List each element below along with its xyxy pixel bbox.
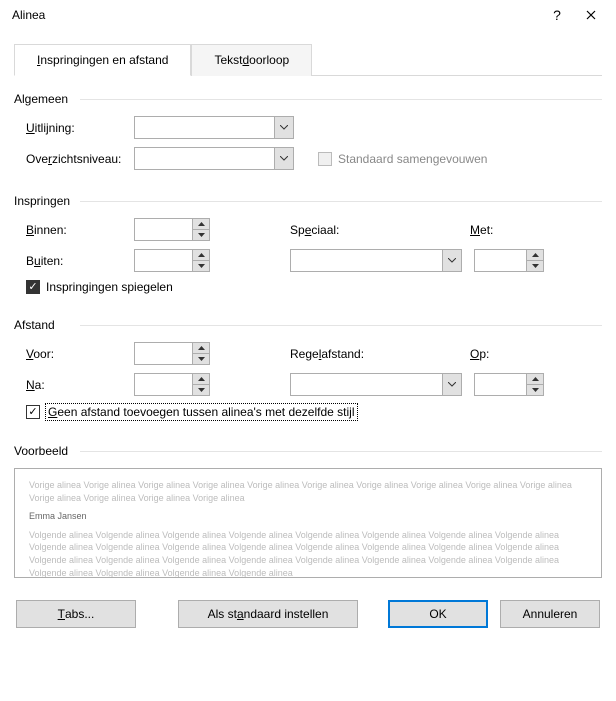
spin-down-icon[interactable] xyxy=(527,385,543,395)
after-spinner[interactable] xyxy=(134,373,210,396)
spin-up-icon[interactable] xyxy=(527,250,543,261)
spin-down-icon[interactable] xyxy=(193,354,209,364)
chevron-down-icon xyxy=(442,250,461,271)
spin-up-icon[interactable] xyxy=(193,219,209,230)
chevron-down-icon xyxy=(274,117,293,138)
alignment-label: Uitlijning: xyxy=(14,121,134,135)
outside-spinner[interactable] xyxy=(134,249,210,272)
at-spinner[interactable] xyxy=(474,373,544,396)
spin-down-icon[interactable] xyxy=(527,261,543,271)
ok-button[interactable]: OK xyxy=(388,600,488,628)
preview-previous: Vorige alinea Vorige alinea Vorige aline… xyxy=(29,479,587,504)
outside-label: Buiten: xyxy=(14,254,134,268)
outline-label: Overzichtsniveau: xyxy=(14,152,134,166)
tab-indent-spacing[interactable]: Inspringingen en afstand xyxy=(14,44,191,76)
at-label: Op: xyxy=(470,347,489,361)
before-spinner[interactable] xyxy=(134,342,210,365)
preview-sample: Emma Jansen xyxy=(29,510,587,523)
titlebar: Alinea ? xyxy=(0,0,616,30)
spin-down-icon[interactable] xyxy=(193,230,209,240)
set-default-button[interactable]: Als standaard instellen xyxy=(178,600,358,628)
nospace-label: Geen afstand toevoegen tussen alinea's m… xyxy=(46,404,357,420)
spin-up-icon[interactable] xyxy=(193,343,209,354)
tab-textflow[interactable]: Tekstdoorloop xyxy=(191,44,312,76)
help-button[interactable]: ? xyxy=(540,1,574,29)
chevron-down-icon xyxy=(274,148,293,169)
by-label: Met: xyxy=(470,223,493,237)
mirror-checkbox[interactable]: ✓ xyxy=(26,280,40,294)
linespacing-label: Regelafstand: xyxy=(290,347,470,361)
close-button[interactable] xyxy=(574,1,608,29)
mirror-label: Inspringingen spiegelen xyxy=(46,280,173,294)
section-general: Algemeen xyxy=(14,92,602,106)
linespacing-dropdown[interactable] xyxy=(290,373,462,396)
nospace-checkbox[interactable]: ✓ xyxy=(26,405,40,419)
cancel-button[interactable]: Annuleren xyxy=(500,600,600,628)
dialog-title: Alinea xyxy=(12,8,540,22)
spin-up-icon[interactable] xyxy=(193,250,209,261)
preview-next: Volgende alinea Volgende alinea Volgende… xyxy=(29,529,587,578)
tabs-button[interactable]: Tabs... xyxy=(16,600,136,628)
inside-spinner[interactable] xyxy=(134,218,210,241)
collapsed-checkbox xyxy=(318,152,332,166)
section-spacing: Afstand xyxy=(14,318,602,332)
special-label: Speciaal: xyxy=(290,223,470,237)
before-label: Voor: xyxy=(14,347,134,361)
special-dropdown[interactable] xyxy=(290,249,462,272)
preview-box: Vorige alinea Vorige alinea Vorige aline… xyxy=(14,468,602,578)
spin-down-icon[interactable] xyxy=(193,261,209,271)
inside-label: Binnen: xyxy=(14,223,134,237)
spin-up-icon[interactable] xyxy=(193,374,209,385)
alignment-dropdown[interactable] xyxy=(134,116,294,139)
by-spinner[interactable] xyxy=(474,249,544,272)
section-indent: Inspringen xyxy=(14,194,602,208)
spin-up-icon[interactable] xyxy=(527,374,543,385)
after-label: Na: xyxy=(14,378,134,392)
chevron-down-icon xyxy=(442,374,461,395)
spin-down-icon[interactable] xyxy=(193,385,209,395)
collapsed-label: Standaard samengevouwen xyxy=(338,152,487,166)
tab-strip: Inspringingen en afstand Tekstdoorloop xyxy=(14,44,602,76)
section-preview: Voorbeeld xyxy=(14,444,602,458)
outline-dropdown[interactable] xyxy=(134,147,294,170)
